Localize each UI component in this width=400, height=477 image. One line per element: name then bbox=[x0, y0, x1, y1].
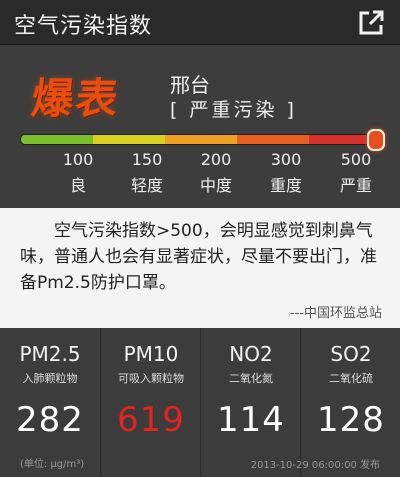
page-title: 空气污染指数 bbox=[14, 14, 153, 39]
tick-value: 300 bbox=[270, 150, 302, 169]
scale-segment bbox=[165, 135, 237, 144]
scale-segment bbox=[21, 135, 93, 144]
pollutant-name: SO2 bbox=[330, 342, 372, 366]
scale-tick: 150 轻度 bbox=[117, 150, 177, 196]
share-icon[interactable] bbox=[356, 8, 386, 38]
aqi-marker bbox=[367, 129, 385, 151]
tick-label: 重度 bbox=[269, 176, 302, 195]
scale-segment bbox=[237, 135, 309, 144]
pollutant-no2: NO2 二氧化氮 114 bbox=[200, 328, 301, 477]
tick-label: 中度 bbox=[199, 176, 232, 195]
tick-label: 轻度 bbox=[130, 176, 163, 195]
header-bar: 空气污染指数 bbox=[0, 0, 400, 45]
advice-text: 空气污染指数>500，会明显感觉到刺鼻气味，普通人也会有显著症状，尽量不要出门，… bbox=[20, 221, 377, 293]
pollutant-name: PM10 bbox=[123, 342, 179, 366]
scale-tick: 300 重度 bbox=[256, 150, 316, 196]
tick-value: 150 bbox=[131, 150, 163, 169]
pollutant-desc: 入肺颗粒物 bbox=[22, 372, 78, 385]
tick-value: 100 bbox=[62, 150, 94, 169]
aqi-app: 空气污染指数 爆表 邢台 [ 严重污染 ] 100 良 150 轻度 200 中度 300 重… bbox=[0, 0, 400, 477]
pollution-level: [ 严重污染 ] bbox=[170, 99, 297, 121]
pollutant-name: NO2 bbox=[229, 342, 273, 366]
pollutant-value: 619 bbox=[117, 400, 185, 440]
city-name: 邢台 bbox=[170, 73, 210, 97]
publish-time: 2013-10-29 06:00:00 发布 bbox=[250, 460, 380, 471]
pollutant-desc: 二氧化硫 bbox=[329, 372, 373, 385]
aqi-badge: 爆表 bbox=[29, 74, 123, 123]
scale-tick: 100 良 bbox=[48, 150, 108, 196]
aqi-status-panel: 爆表 邢台 [ 严重污染 ] 100 良 150 轻度 200 中度 300 重度 500 严重 bbox=[0, 45, 400, 208]
aqi-scale-ticks: 100 良 150 轻度 200 中度 300 重度 500 严重 bbox=[0, 150, 400, 200]
tick-label: 严重 bbox=[339, 176, 372, 195]
pollutant-value: 114 bbox=[217, 400, 285, 440]
tick-value: 200 bbox=[200, 150, 232, 169]
scale-tick: 500 严重 bbox=[326, 150, 386, 196]
tick-value: 500 bbox=[340, 150, 372, 169]
pollutant-pm10: PM10 可吸入颗粒物 619 bbox=[100, 328, 201, 477]
tick-label: 良 bbox=[69, 176, 86, 195]
pollutant-value: 128 bbox=[317, 400, 385, 440]
advice-source: ---中国环监总站 bbox=[289, 306, 382, 321]
unit-label: (单位: μg/m³) bbox=[20, 459, 85, 470]
pollutant-desc: 可吸入颗粒物 bbox=[118, 372, 184, 385]
scale-tick: 200 中度 bbox=[186, 150, 246, 196]
scale-segment bbox=[93, 135, 165, 144]
pollutant-so2: SO2 二氧化硫 128 bbox=[300, 328, 400, 477]
pollutant-desc: 二氧化氮 bbox=[229, 372, 273, 385]
pollutant-name: PM2.5 bbox=[19, 342, 81, 366]
health-advice: 空气污染指数>500，会明显感觉到刺鼻气味，普通人也会有显著症状，尽量不要出门，… bbox=[0, 208, 400, 328]
aqi-scale-bar bbox=[20, 134, 382, 145]
pollutant-value: 282 bbox=[16, 400, 84, 440]
